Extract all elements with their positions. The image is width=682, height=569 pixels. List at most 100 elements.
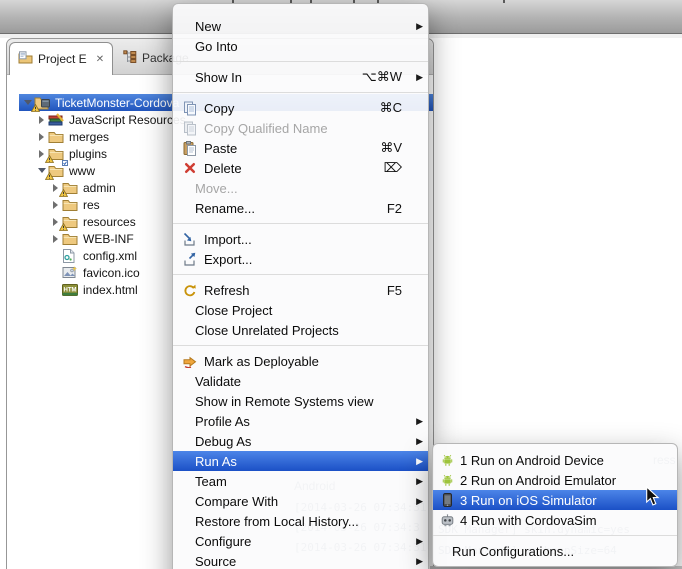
menu-item-go-into[interactable]: Go Into: [173, 36, 428, 56]
package-explorer-icon: [123, 50, 137, 66]
js-resources-icon: [48, 112, 67, 127]
menu-item-label: Paste: [204, 141, 380, 156]
menu-item-copy-qualified-name[interactable]: Copy Qualified Name: [173, 118, 428, 138]
submenu-arrow-icon: ▶: [410, 72, 423, 83]
copy-icon: [181, 101, 198, 116]
menu-item-shortcut: F2: [387, 201, 402, 216]
tree-item-label: config.xml: [83, 249, 137, 263]
menu-separator: [173, 345, 428, 346]
folder-icon: [48, 163, 67, 178]
folder-icon: [48, 146, 67, 161]
expand-arrow-icon[interactable]: [35, 116, 48, 124]
view-tab-label: Project E: [38, 52, 87, 66]
submenu-arrow-icon: ▶: [410, 556, 423, 567]
menu-item-rename[interactable]: Rename...F2: [173, 198, 428, 218]
menu-item-label: Profile As: [195, 414, 402, 429]
menu-item-move[interactable]: Move...: [173, 178, 428, 198]
menu-item-run-as[interactable]: Run As▶: [173, 451, 428, 471]
menu-separator: [173, 223, 428, 224]
cordovasim-icon: [440, 514, 455, 527]
check-overlay-icon: [62, 160, 68, 166]
menu-item-debug-as[interactable]: Debug As▶: [173, 431, 428, 451]
menu-item-new[interactable]: New ▶: [173, 16, 428, 36]
menu-item-shortcut: ⌦: [384, 160, 402, 176]
eclipse-window: ProblemsPrope Android [2014-03-26 07:34:…: [0, 0, 682, 569]
paste-icon: [181, 141, 198, 156]
tree-item-label: res: [83, 198, 100, 212]
menu-item-label: Mark as Deployable: [204, 354, 402, 369]
tree-item-label: WEB-INF: [83, 232, 134, 246]
menu-item-label: Refresh: [204, 283, 387, 298]
menu-item-close-project[interactable]: Close Project: [173, 300, 428, 320]
submenu-item-3-run-on-ios-simulator[interactable]: 3 Run on iOS Simulator: [433, 490, 677, 510]
tree-item-label: TicketMonster-Cordova: [55, 96, 179, 110]
menu-item-label: 2 Run on Android Emulator: [460, 473, 651, 488]
menu-item-paste[interactable]: Paste⌘V: [173, 138, 428, 158]
folder-icon: [62, 214, 81, 229]
menu-item-profile-as[interactable]: Profile As ▶: [173, 411, 428, 431]
menu-item-close-unrelated-projects[interactable]: Close Unrelated Projects: [173, 320, 428, 340]
run-as-submenu: 1 Run on Android Device 2 Run on Android …: [432, 443, 678, 567]
close-tab-icon[interactable]: ✕: [96, 54, 104, 65]
menu-item-label: Export...: [204, 252, 402, 267]
expand-arrow-icon[interactable]: [49, 235, 62, 243]
xml-file-icon: [62, 248, 81, 263]
menu-item-label: Delete: [204, 161, 384, 176]
menu-item-label: Configure: [195, 534, 402, 549]
submenu-arrow-icon: ▶: [410, 536, 423, 547]
expand-arrow-icon[interactable]: [49, 201, 62, 209]
folder-icon: [62, 197, 81, 212]
submenu-arrow-icon: ▶: [410, 21, 423, 32]
menu-item-compare-with[interactable]: Compare With▶: [173, 491, 428, 511]
tree-item-label: merges: [69, 130, 109, 144]
submenu-arrow-icon: ▶: [410, 496, 423, 507]
delete-icon: [181, 162, 198, 174]
submenu-item-run-configurations[interactable]: Run Configurations...: [433, 541, 677, 561]
submenu-item-2-run-on-android-emulator[interactable]: 2 Run on Android Emulator: [433, 470, 677, 490]
menu-item-refresh[interactable]: RefreshF5: [173, 280, 428, 300]
menu-item-label: New: [195, 19, 402, 34]
menu-item-delete[interactable]: Delete⌦: [173, 158, 428, 178]
menu-item-source[interactable]: Source ▶: [173, 551, 428, 569]
menu-item-label: Run Configurations...: [452, 544, 651, 559]
menu-item-label: Source: [195, 554, 402, 569]
copy-disabled-icon: [181, 121, 198, 136]
mouse-cursor: [645, 486, 660, 508]
menu-item-label: Go Into: [195, 39, 402, 54]
menu-item-restore-from-local-history[interactable]: Restore from Local History...: [173, 511, 428, 531]
tree-item-label: admin: [83, 181, 116, 195]
menu-item-show-in-remote-systems-view[interactable]: Show in Remote Systems view: [173, 391, 428, 411]
menu-item-configure[interactable]: Configure ▶: [173, 531, 428, 551]
submenu-arrow-icon: ▶: [410, 436, 423, 447]
menu-item-label: Run As: [195, 454, 402, 469]
folder-icon: [62, 180, 81, 195]
menu-separator: [433, 535, 677, 536]
submenu-item-1-run-on-android-device[interactable]: 1 Run on Android Device: [433, 450, 677, 470]
html-file-icon: HTM: [62, 282, 81, 297]
export-icon: [181, 252, 198, 266]
project-explorer-icon: [18, 51, 33, 67]
tree-item-label: JavaScript Resources: [69, 113, 186, 127]
menu-item-shortcut: ⌘V: [380, 140, 402, 156]
menu-item-mark-as-deployable[interactable]: Mark as Deployable: [173, 351, 428, 371]
submenu-arrow-icon: ▶: [410, 416, 423, 427]
menu-item-import[interactable]: Import...: [173, 229, 428, 249]
menu-item-validate[interactable]: Validate: [173, 371, 428, 391]
menu-item-label: Close Project: [195, 303, 402, 318]
menu-separator: [173, 274, 428, 275]
folder-icon: [62, 231, 81, 246]
view-tab-project-e[interactable]: Project E ✕: [9, 42, 113, 75]
toolbar-tick: [503, 0, 505, 3]
menu-item-team[interactable]: Team▶: [173, 471, 428, 491]
import-icon: [181, 232, 198, 246]
menu-item-label: Restore from Local History...: [195, 514, 402, 529]
menu-item-label: 1 Run on Android Device: [460, 453, 651, 468]
iphone-icon: [440, 493, 455, 507]
submenu-item-4-run-with-cordovasim[interactable]: 4 Run with CordovaSim: [433, 510, 677, 530]
menu-item-copy[interactable]: Copy⌘C: [173, 98, 428, 118]
menu-item-show-in[interactable]: Show In⌥⌘W▶: [173, 67, 428, 87]
tree-item-label: www: [69, 164, 95, 178]
menu-item-export[interactable]: Export...: [173, 249, 428, 269]
menu-item-label: Rename...: [195, 201, 387, 216]
expand-arrow-icon[interactable]: [35, 133, 48, 141]
